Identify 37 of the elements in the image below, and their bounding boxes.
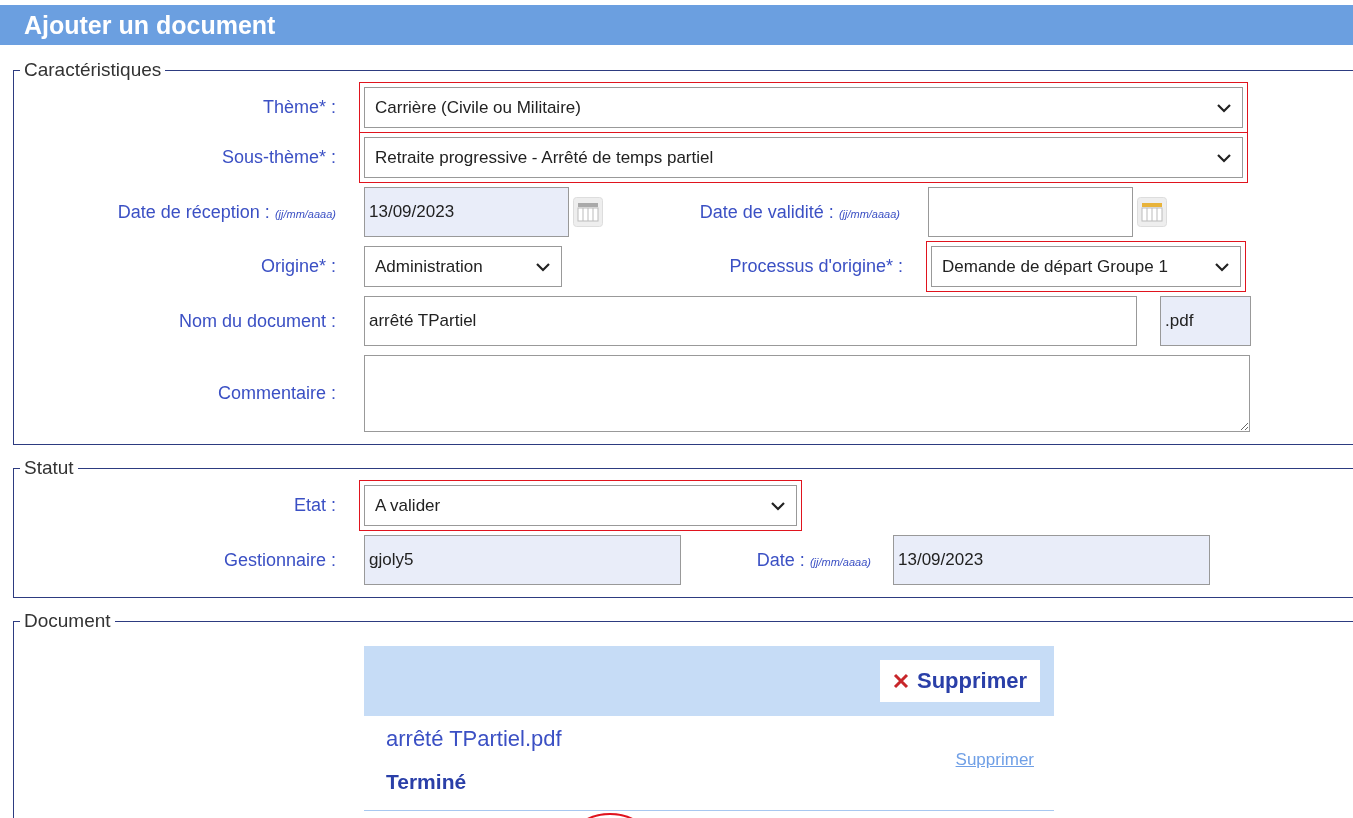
text-field[interactable]: arrêté TPartiel bbox=[364, 296, 1137, 346]
field-label: Commentaire : bbox=[217, 383, 336, 403]
chevron-down-icon bbox=[1216, 102, 1232, 113]
chevron-down-icon bbox=[1214, 261, 1230, 272]
comment-area[interactable] bbox=[364, 355, 1250, 432]
field-label: Sous-thème* : bbox=[221, 147, 336, 167]
field-label: Origine* : bbox=[260, 256, 336, 276]
field-label: Nom du document : bbox=[178, 310, 336, 331]
chevron-down-icon bbox=[1216, 152, 1232, 163]
extension-field: .pdf bbox=[1160, 296, 1251, 346]
field-label: Thème* : bbox=[262, 97, 336, 117]
close-icon bbox=[892, 673, 909, 689]
field-label: Date : bbox=[756, 549, 805, 570]
date-format-hint: (jj/mm/aaaa) bbox=[274, 207, 336, 220]
field-label: Date de validité : bbox=[699, 201, 834, 222]
dropdown[interactable]: Demande de départ Groupe 1 bbox=[931, 246, 1241, 287]
date-format-hint: (jj/mm/aaaa) bbox=[809, 555, 871, 568]
field-label: Gestionnaire : bbox=[223, 549, 336, 570]
field-label: Etat : bbox=[293, 495, 336, 515]
chevron-down-icon bbox=[770, 500, 786, 511]
section-legend: Statut bbox=[20, 457, 78, 479]
dropdown[interactable]: Administration bbox=[364, 246, 562, 287]
chevron-down-icon bbox=[535, 261, 551, 272]
date-field[interactable] bbox=[928, 187, 1133, 237]
file-name: arrêté TPartiel.pdf bbox=[386, 726, 562, 752]
delete-button[interactable]: Supprimer bbox=[879, 660, 1040, 702]
dropdown[interactable]: A valider bbox=[364, 485, 797, 526]
section-legend: Document bbox=[20, 610, 115, 632]
calendar-icon[interactable] bbox=[1137, 197, 1167, 227]
field-label: Processus d'origine* : bbox=[729, 256, 903, 276]
dropdown[interactable]: Carrière (Civile ou Militaire) bbox=[364, 87, 1243, 128]
section-legend: Caractéristiques bbox=[20, 59, 166, 81]
upload-status: Terminé bbox=[386, 770, 468, 794]
field-label: Date de réception : bbox=[117, 201, 270, 222]
dropdown[interactable]: Retraite progressive - Arrêté de temps partiel bbox=[364, 137, 1243, 178]
page-title: Ajouter un document bbox=[23, 10, 276, 40]
date-format-hint: (jj/mm/aaaa) bbox=[838, 207, 900, 220]
